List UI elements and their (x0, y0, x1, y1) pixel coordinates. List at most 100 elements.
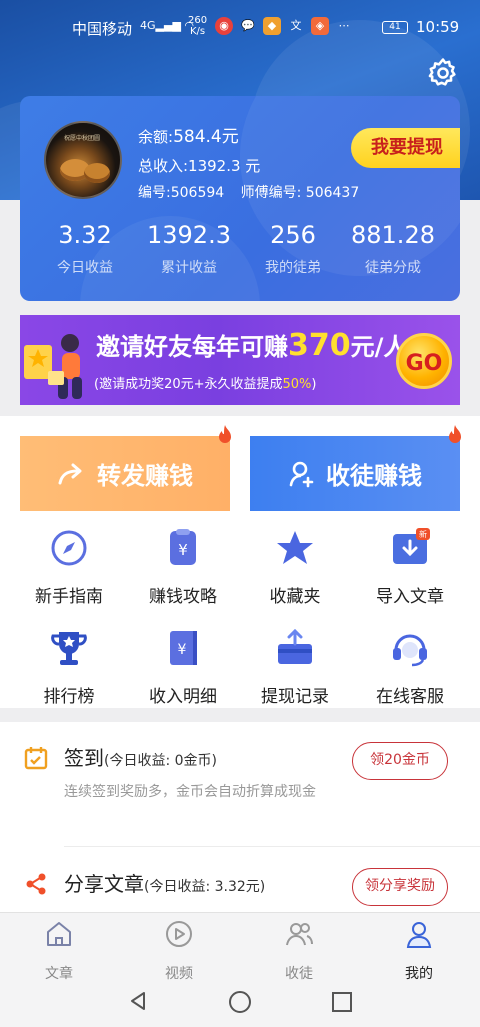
stat-label: 徒弟分成 (365, 260, 421, 276)
stat-total-income[interactable]: 1392.3 累计收益 (134, 221, 244, 277)
invite-subtitle: (邀请成功奖20元+永久收益提成50%) (94, 373, 317, 392)
calendar-check-icon (24, 747, 48, 770)
grid-item-withdraw-record[interactable]: 提现记录 (240, 628, 350, 707)
invite-sub-percent: 50% (282, 377, 312, 392)
grid-item-leaderboard[interactable]: 排行榜 (14, 628, 124, 707)
network-speed: 260 K/s (188, 15, 207, 37)
tab-recruit[interactable]: 收徒 (264, 919, 334, 983)
balance-label: 余额: (138, 128, 174, 146)
go-button[interactable]: GO (396, 333, 452, 389)
stat-value: 881.28 (351, 221, 435, 249)
invite-sub-suffix: ) (311, 377, 317, 392)
battery-indicator: 41 (382, 21, 408, 34)
grid-label: 排行榜 (43, 687, 95, 707)
recruit-earn-button[interactable]: 收徒赚钱 (250, 436, 460, 511)
speed-unit: K/s (189, 26, 206, 37)
bottom-tab-bar: 文章 视频 收徒 我的 (0, 912, 480, 983)
trophy-icon (51, 632, 87, 665)
compass-icon (51, 530, 87, 566)
signal-icon: 4G▂▄▆ ◠ (140, 19, 195, 32)
task-title-text: 签到 (64, 746, 104, 770)
grid-label: 收藏夹 (269, 587, 321, 607)
stat-value: 3.32 (58, 221, 112, 249)
invite-amount: 370 (288, 328, 351, 363)
share-icon (26, 873, 46, 895)
profile-icon (406, 922, 432, 948)
stat-apprentice-share[interactable]: 881.28 徒弟分成 (338, 221, 448, 277)
svg-text:新: 新 (419, 529, 427, 539)
star-icon (277, 531, 313, 564)
app-notify-icon: ◉ (215, 17, 233, 35)
claim-coins-button[interactable]: 领20金币 (352, 742, 448, 780)
share-arrow-icon (58, 463, 82, 484)
task-title: 分享文章(今日收益: 3.32元) (64, 868, 265, 897)
stat-apprentices[interactable]: 256 我的徒弟 (238, 221, 348, 277)
balance-value: 584.4元 (173, 127, 239, 147)
invite-title-prefix: 邀请好友每年可赚 (96, 333, 288, 361)
grid-label: 导入文章 (376, 587, 444, 607)
avatar-caption: 祝愿中秋团圆 (64, 135, 101, 142)
divider (64, 846, 480, 847)
headset-icon (393, 634, 427, 667)
recent-apps-icon[interactable] (331, 991, 353, 1013)
withdraw-record-icon (278, 628, 312, 664)
invite-sub-prefix: (邀请成功奖20元+永久收益提成 (94, 377, 283, 392)
grid-item-newbie-guide[interactable]: 新手指南 (14, 528, 124, 607)
hot-fire-icon (219, 425, 231, 443)
grid-label: 新手指南 (35, 587, 103, 607)
share-earn-label: 转发赚钱 (97, 462, 193, 490)
share-earn-button[interactable]: 转发赚钱 (20, 436, 230, 511)
hot-fire-icon (449, 425, 461, 443)
more-notify-icon: ⋯ (338, 19, 350, 32)
app-notify-icon: ◆ (263, 17, 281, 35)
status-bar: 中国移动 4G▂▄▆ ◠ 260 K/s ◉ 💬 ◆ 文 ◈ ⋯ 41 10:59 (0, 0, 480, 56)
add-user-icon (289, 461, 314, 487)
stat-label: 累计收益 (161, 260, 217, 276)
total-income: 总收入:1392.3 元 (138, 157, 261, 175)
import-article-icon: 新 (393, 528, 430, 564)
grid-label: 赚钱攻略 (149, 587, 217, 607)
grid-item-income-detail[interactable]: ¥ 收入明细 (128, 628, 238, 707)
network-type: 4G (140, 19, 156, 32)
stat-today-income[interactable]: 3.32 今日收益 (30, 221, 140, 277)
id-line: 编号:506594 师傅编号: 506437 (138, 182, 359, 202)
system-nav-bar (0, 980, 480, 1027)
tab-video[interactable]: 视频 (144, 919, 214, 983)
tasks-panel: 签到(今日收益: 0金币) 连续签到奖励多，金币会自动折算成现金 领20金币 分… (0, 722, 480, 922)
grid-item-favorites[interactable]: 收藏夹 (240, 528, 350, 607)
tab-mine[interactable]: 我的 (384, 919, 454, 983)
recruit-earn-label: 收徒赚钱 (326, 462, 422, 490)
withdraw-button[interactable]: 我要提现 (351, 128, 460, 168)
avatar[interactable]: 祝愿中秋团圆 (44, 121, 122, 199)
income-book-icon: ¥ (170, 631, 197, 665)
tab-article[interactable]: 文章 (24, 919, 94, 983)
grid-label: 在线客服 (376, 687, 444, 707)
stat-value: 1392.3 (147, 221, 231, 249)
grid-item-online-service[interactable]: 在线客服 (355, 628, 465, 707)
settings-gear-icon[interactable] (426, 56, 460, 90)
invite-title: 邀请好友每年可赚370元/人 (96, 327, 407, 363)
task-today-income: (今日收益: 3.32元) (144, 879, 266, 895)
home-button-icon[interactable] (228, 990, 252, 1014)
invite-banner[interactable]: 邀请好友每年可赚370元/人 (邀请成功奖20元+永久收益提成50%) GO (20, 315, 460, 405)
carrier-name: 中国移动 (72, 20, 133, 38)
svg-text:¥: ¥ (178, 642, 187, 658)
stat-label: 今日收益 (57, 260, 113, 276)
notification-icons: ◉ 💬 ◆ 文 ◈ ⋯ (215, 17, 353, 35)
back-icon[interactable] (127, 990, 149, 1012)
grid-item-import-article[interactable]: 新 导入文章 (355, 528, 465, 607)
main-panel: 转发赚钱 收徒赚钱 新手指南 ¥ 赚钱攻略 收藏夹 新 导入文章 排行榜 ¥ 收… (0, 416, 480, 708)
profile-card: 祝愿中秋团圆 余额:584.4元 总收入:1392.3 元 编号:506594 … (20, 96, 460, 301)
claim-share-reward-button[interactable]: 领分享奖励 (352, 868, 448, 906)
master-id: 师傅编号: 506437 (240, 185, 360, 201)
invite-illustration-icon (24, 334, 82, 399)
task-today-income: (今日收益: 0金币) (104, 753, 217, 769)
grid-label: 提现记录 (261, 687, 329, 707)
stat-value: 256 (270, 221, 316, 249)
svg-text:¥: ¥ (178, 541, 188, 559)
home-icon (47, 922, 71, 946)
grid-item-money-guide[interactable]: ¥ 赚钱攻略 (128, 528, 238, 607)
task-title: 签到(今日收益: 0金币) (64, 742, 217, 771)
user-id: 编号:506594 (138, 185, 225, 201)
chat-notify-icon: 💬 (241, 19, 255, 32)
